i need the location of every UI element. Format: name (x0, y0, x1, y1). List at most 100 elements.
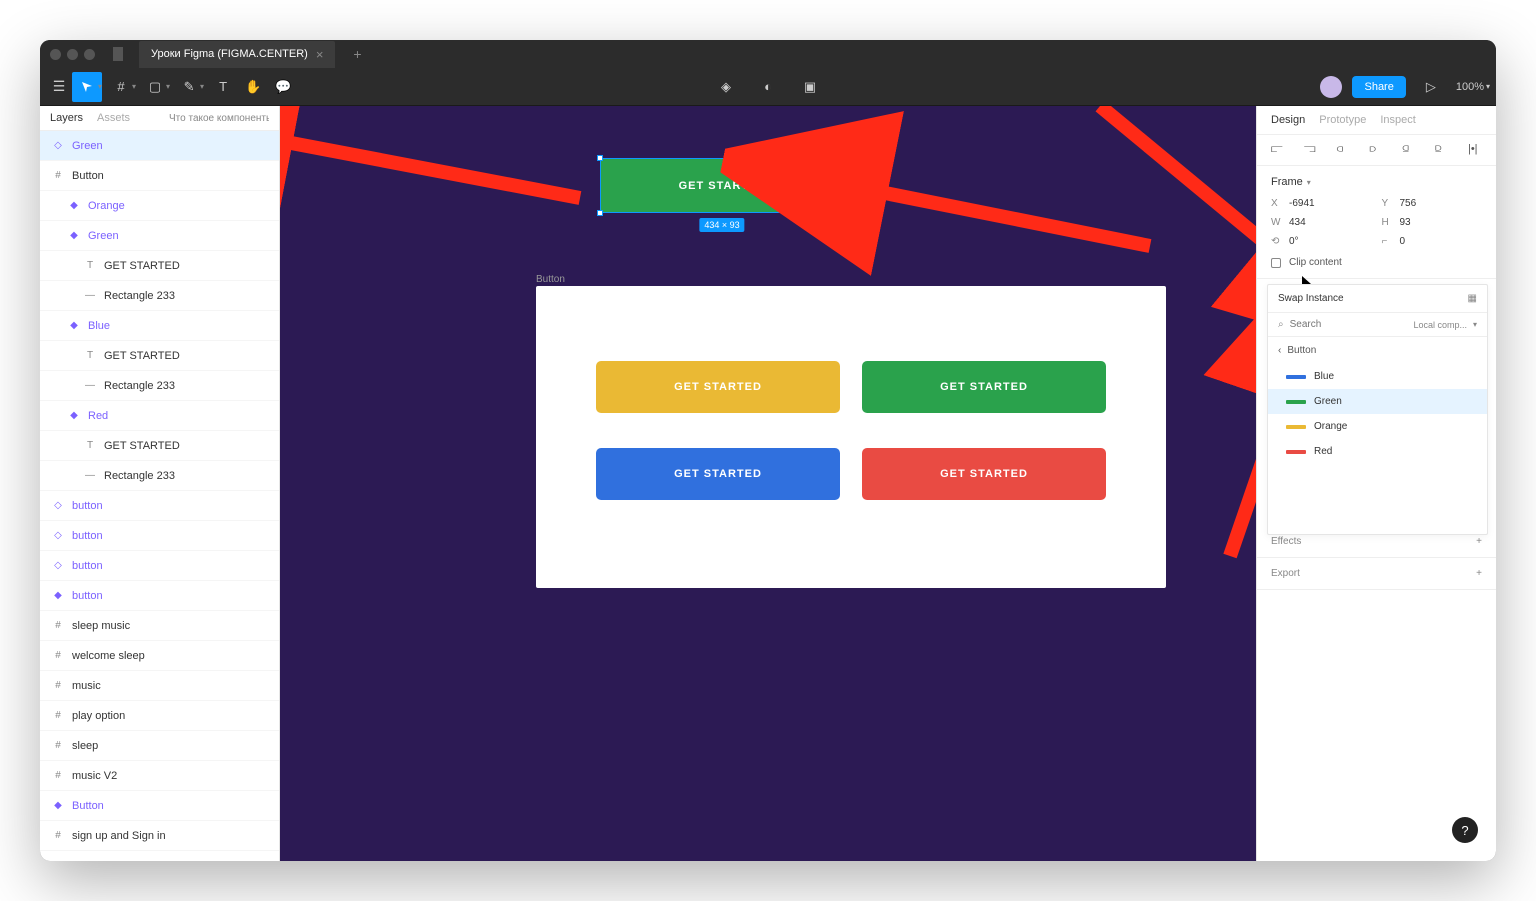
canvas-button-red[interactable]: GET STARTED (862, 448, 1106, 500)
avatar[interactable] (1320, 76, 1342, 98)
new-tab-button[interactable]: + (347, 46, 367, 62)
radius-field[interactable]: ⌐0 (1382, 236, 1483, 247)
w-field[interactable]: W434 (1271, 217, 1372, 228)
prototype-tab[interactable]: Prototype (1319, 114, 1366, 126)
figma-logo-icon[interactable] (111, 47, 125, 61)
toolbar: ☰ ▾ # ▾ ▢ ▾ ✎ ▾ T ✋ 💬 ◈ ◐ ▣ Share ▷ 100%… (40, 68, 1496, 106)
left-panel: Layers Assets Что такое компоненты, как … (40, 106, 280, 861)
traffic-min[interactable] (67, 49, 78, 60)
layer-icon: ◇ (52, 500, 64, 511)
layer-list[interactable]: ◇Green#Button◆Orange◆GreenTGET STARTED—R… (40, 131, 279, 861)
layer-row[interactable]: #sleep music (40, 611, 279, 641)
share-button[interactable]: Share (1352, 76, 1405, 98)
close-tab-icon[interactable]: × (316, 47, 324, 62)
canvas-button-green[interactable]: GET STARTED (862, 361, 1106, 413)
canvas-button-blue[interactable]: GET STARTED (596, 448, 840, 500)
component-icon[interactable]: ◈ (711, 72, 741, 102)
layer-row[interactable]: ◆Orange (40, 191, 279, 221)
layer-row[interactable]: ◆Green (40, 221, 279, 251)
swap-scope[interactable]: Local comp... (1413, 320, 1467, 330)
swap-item-red[interactable]: Red (1268, 439, 1487, 464)
layer-row[interactable]: #Button (40, 161, 279, 191)
inspect-tab[interactable]: Inspect (1380, 114, 1415, 126)
distribute-icon[interactable]: |•| (1468, 143, 1482, 157)
swap-back-button[interactable]: ‹ Button (1268, 337, 1487, 364)
hand-tool[interactable]: ✋ (238, 72, 268, 102)
resize-handle[interactable] (597, 210, 603, 216)
layer-row[interactable]: #welcome sleep (40, 641, 279, 671)
layer-row[interactable]: —Rectangle 233 (40, 371, 279, 401)
x-field[interactable]: X-6941 (1271, 198, 1372, 209)
layer-row[interactable]: ◆button (40, 581, 279, 611)
layer-icon: ◆ (52, 590, 64, 601)
layer-row[interactable]: TGET STARTED (40, 341, 279, 371)
comment-tool[interactable]: 💬 (268, 72, 298, 102)
layer-row[interactable]: ◇Green (40, 131, 279, 161)
mask-icon[interactable]: ◐ (753, 72, 783, 102)
file-tab[interactable]: Уроки Figma (FIGMA.CENTER) × (139, 41, 335, 68)
swap-item-blue[interactable]: Blue (1268, 364, 1487, 389)
layer-row[interactable]: TGET STARTED (40, 431, 279, 461)
selected-instance[interactable]: GET STARTED (600, 158, 845, 213)
resize-handle[interactable] (842, 210, 848, 216)
layer-row[interactable]: ◆Red (40, 401, 279, 431)
layer-row[interactable]: #sign up (40, 851, 279, 861)
zoom-control[interactable]: 100%▾ (1456, 81, 1490, 93)
chevron-down-icon[interactable]: ▾ (98, 82, 102, 91)
traffic-close[interactable] (50, 49, 61, 60)
layer-row[interactable]: ◇button (40, 551, 279, 581)
layer-row[interactable]: —Rectangle 233 (40, 461, 279, 491)
button-frame[interactable]: GET STARTED GET STARTED GET STARTED GET STA… (536, 286, 1166, 588)
export-section[interactable]: Export+ (1257, 558, 1496, 590)
layer-row[interactable]: #sign up and Sign in (40, 821, 279, 851)
align-right-icon[interactable]: ⫏ (1337, 143, 1351, 157)
size-badge: 434 × 93 (699, 218, 744, 232)
resize-handle[interactable] (597, 155, 603, 161)
layers-tab[interactable]: Layers (50, 112, 83, 124)
layer-row[interactable]: —Rectangle 233 (40, 281, 279, 311)
resize-handle[interactable] (842, 155, 848, 161)
plus-icon[interactable]: + (1476, 536, 1482, 547)
plus-icon[interactable]: + (1476, 568, 1482, 579)
layer-row[interactable]: ◆Blue (40, 311, 279, 341)
menu-icon[interactable]: ☰ (46, 78, 72, 95)
clip-content-checkbox[interactable]: Clip content (1271, 257, 1482, 268)
layer-row[interactable]: #music V2 (40, 761, 279, 791)
layer-row[interactable]: ◇button (40, 521, 279, 551)
h-field[interactable]: H93 (1382, 217, 1483, 228)
text-tool[interactable]: T (208, 72, 238, 102)
align-left-icon[interactable]: ⫍ (1271, 143, 1285, 157)
layer-icon: # (52, 170, 64, 181)
grid-view-icon[interactable]: ▦ (1468, 293, 1477, 304)
swap-search-input[interactable] (1290, 319, 1408, 330)
boolean-icon[interactable]: ▣ (795, 72, 825, 102)
layer-row[interactable]: #music (40, 671, 279, 701)
chevron-down-icon[interactable]: ▾ (166, 82, 170, 91)
align-top-icon[interactable]: ⫐ (1369, 143, 1383, 157)
canvas-button-yellow[interactable]: GET STARTED (596, 361, 840, 413)
chevron-down-icon[interactable]: ▾ (200, 82, 204, 91)
align-bottom-icon[interactable]: ⫒ (1435, 143, 1449, 157)
layer-name: Blue (88, 320, 110, 332)
rotation-field[interactable]: ⟲0° (1271, 236, 1372, 247)
layer-icon: ◆ (68, 200, 80, 211)
swap-item-green[interactable]: Green (1268, 389, 1487, 414)
layer-row[interactable]: TGET STARTED (40, 251, 279, 281)
layer-row[interactable]: ◇button (40, 491, 279, 521)
traffic-max[interactable] (84, 49, 95, 60)
design-tab[interactable]: Design (1271, 114, 1305, 126)
align-vcenter-icon[interactable]: ⫑ (1402, 143, 1416, 157)
present-icon[interactable]: ▷ (1416, 72, 1446, 102)
page-selector[interactable]: Что такое компоненты, как с... ▾ (169, 113, 269, 124)
assets-tab[interactable]: Assets (97, 112, 130, 124)
help-button[interactable]: ? (1452, 817, 1478, 843)
align-hcenter-icon[interactable]: ⫎ (1304, 143, 1318, 157)
layer-row[interactable]: #play option (40, 701, 279, 731)
canvas[interactable]: GET STARTED 434 × 93 Button GET STARTEDG… (280, 106, 1256, 861)
chevron-down-icon[interactable]: ▾ (132, 82, 136, 91)
swap-item-orange[interactable]: Orange (1268, 414, 1487, 439)
frame-label[interactable]: Button (536, 274, 565, 285)
y-field[interactable]: Y756 (1382, 198, 1483, 209)
layer-row[interactable]: #sleep (40, 731, 279, 761)
layer-row[interactable]: ◆Button (40, 791, 279, 821)
